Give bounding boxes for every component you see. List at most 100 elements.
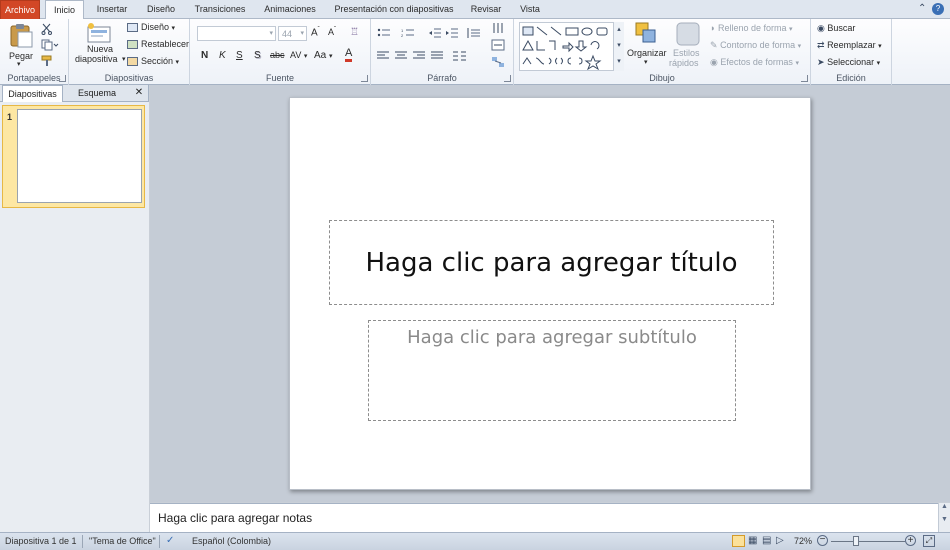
arrange-icon	[635, 22, 656, 43]
align-center-icon[interactable]	[395, 51, 407, 61]
justify-icon[interactable]	[431, 51, 443, 61]
clear-format-icon[interactable]: ♖	[350, 27, 359, 38]
slide-number: 1	[7, 112, 13, 122]
paste-dropdown-icon[interactable]: ▾	[17, 60, 21, 68]
line-spacing-icon[interactable]	[466, 28, 482, 38]
format-painter-icon[interactable]	[41, 55, 53, 67]
notes-scrollbar[interactable]: ▲ ▼	[938, 503, 950, 532]
scroll-down-icon[interactable]: ▼	[939, 516, 950, 523]
bullets-icon[interactable]	[377, 28, 393, 38]
notes-field[interactable]: Haga clic para agregar notas	[150, 503, 938, 532]
replace-label: Reemplazar	[827, 40, 876, 50]
strikethrough-button[interactable]: abc	[270, 50, 285, 60]
language[interactable]: Español (Colombia)	[192, 536, 271, 546]
tab-diseno[interactable]: Diseño	[140, 0, 182, 19]
fit-to-window-icon[interactable]: ⤢	[923, 535, 935, 547]
reset-button[interactable]: Restablecer	[127, 39, 189, 50]
section-button[interactable]: Sección ▾	[127, 56, 179, 67]
arrange-button[interactable]: Organizar ▾	[626, 21, 667, 69]
shapes-gallery-scroll[interactable]: ▴ ▾ ▾	[613, 22, 624, 71]
help-icon[interactable]: ?	[932, 3, 944, 15]
tab-archivo[interactable]: Archivo	[0, 0, 40, 19]
cut-icon[interactable]	[41, 23, 53, 35]
tab-insertar[interactable]: Insertar	[88, 0, 136, 19]
dibujo-launcher-icon[interactable]	[801, 75, 808, 82]
smartart-icon[interactable]	[491, 56, 505, 68]
new-slide-button[interactable]: Nueva diapositiva ▾	[73, 21, 126, 69]
bold-button[interactable]: N	[201, 50, 208, 61]
proofing-icon[interactable]: ✓	[166, 535, 174, 546]
tab-outline[interactable]: Esquema	[67, 85, 127, 102]
find-label: Buscar	[827, 23, 856, 33]
zoom-level[interactable]: 72%	[794, 536, 812, 546]
underline-button[interactable]: S	[236, 50, 243, 61]
paste-button[interactable]: Pegar ▾	[6, 22, 36, 68]
align-left-icon[interactable]	[377, 51, 389, 61]
reading-view-icon[interactable]: ▤	[762, 535, 771, 546]
subtitle-placeholder[interactable]: Haga clic para agregar subtítulo	[368, 320, 736, 421]
quick-styles-label-1: Estilos	[673, 48, 700, 58]
font-size-combo[interactable]: 44 ▾	[278, 26, 307, 41]
close-pane-icon[interactable]: ✕	[131, 85, 147, 102]
shape-effects-button[interactable]: ◉ Efectos de formas ▾	[710, 57, 799, 68]
shape-fill-button[interactable]: ◗ Relleno de forma ▾	[710, 23, 793, 33]
group-label-dibujo: Dibujo	[649, 73, 675, 83]
tab-vista[interactable]: Vista	[513, 0, 547, 19]
portapapeles-launcher-icon[interactable]	[59, 75, 66, 82]
zoom-in-icon[interactable]: +	[905, 535, 916, 546]
tab-transiciones[interactable]: Transiciones	[188, 0, 252, 19]
slide-sorter-icon[interactable]: ▦	[748, 535, 757, 546]
numbering-icon[interactable]: 12	[401, 28, 417, 38]
font-name-dropdown-icon[interactable]: ▾	[269, 29, 273, 37]
zoom-out-icon[interactable]: −	[817, 535, 828, 546]
group-edicion: ◉ Buscar ⇄ Reemplazar ▾ ➤ Seleccionar ▾ …	[811, 19, 892, 85]
align-right-icon[interactable]	[413, 51, 425, 61]
text-direction-icon[interactable]	[491, 22, 505, 34]
select-button[interactable]: ➤ Seleccionar ▾	[817, 57, 880, 68]
find-button[interactable]: ◉ Buscar	[817, 23, 855, 34]
font-size-dropdown-icon[interactable]: ▾	[300, 29, 304, 37]
font-color-button[interactable]: A	[345, 48, 353, 62]
shrink-font-icon[interactable]: Aˇ	[328, 27, 336, 37]
char-spacing-button[interactable]: AV ▾	[290, 50, 307, 60]
copy-icon[interactable]	[41, 39, 59, 51]
scroll-up-icon[interactable]: ▲	[939, 503, 950, 510]
parrafo-launcher-icon[interactable]	[504, 75, 511, 82]
status-divider	[82, 535, 83, 548]
replace-button[interactable]: ⇄ Reemplazar ▾	[817, 40, 882, 51]
tab-slides[interactable]: Diapositivas	[2, 85, 63, 102]
layout-button[interactable]: Diseño ▾	[127, 22, 175, 33]
columns-icon[interactable]	[453, 51, 469, 61]
slide-canvas[interactable]: Haga clic para agregar título Haga clic …	[289, 97, 811, 490]
tab-presentacion[interactable]: Presentación con diapositivas	[330, 0, 458, 19]
align-text-icon[interactable]	[491, 39, 505, 51]
fuente-launcher-icon[interactable]	[361, 75, 368, 82]
tab-inicio[interactable]: Inicio	[45, 0, 84, 20]
slide-thumbnail[interactable]	[17, 109, 142, 203]
ribbon-tab-bar: Archivo Inicio Insertar Diseño Transicio…	[0, 0, 950, 20]
normal-view-icon[interactable]	[732, 535, 745, 547]
slideshow-icon[interactable]: ▷	[776, 535, 784, 546]
grow-font-icon[interactable]: Aˆ	[311, 27, 320, 38]
shadow-button[interactable]: S	[254, 50, 261, 61]
arrange-label: Organizar	[627, 48, 667, 58]
shape-outline-button[interactable]: ✎ Contorno de forma ▾	[710, 40, 801, 51]
change-case-button[interactable]: Aa ▾	[314, 50, 333, 61]
zoom-slider-thumb[interactable]	[853, 536, 859, 546]
tab-revisar[interactable]: Revisar	[464, 0, 508, 19]
quick-styles-button[interactable]: Estilos rápidos	[669, 21, 707, 69]
new-slide-dropdown-icon[interactable]: ▾	[122, 55, 126, 63]
zoom-slider-track[interactable]	[831, 541, 905, 542]
minimize-ribbon-icon[interactable]: ⌃	[915, 3, 929, 14]
slide-thumbnail-selected[interactable]: 1	[2, 105, 145, 208]
quick-styles-label-2: rápidos	[669, 58, 699, 68]
italic-button[interactable]: K	[219, 50, 226, 61]
decrease-indent-icon[interactable]	[429, 28, 441, 38]
increase-indent-icon[interactable]	[446, 28, 458, 38]
shapes-gallery[interactable]	[519, 22, 624, 71]
group-parrafo: 12 Párrafo	[371, 19, 514, 85]
title-placeholder[interactable]: Haga clic para agregar título	[329, 220, 774, 305]
font-name-combo[interactable]: ▾	[197, 26, 276, 41]
thumbnail-list: 1	[0, 102, 149, 532]
tab-animaciones[interactable]: Animaciones	[257, 0, 323, 19]
